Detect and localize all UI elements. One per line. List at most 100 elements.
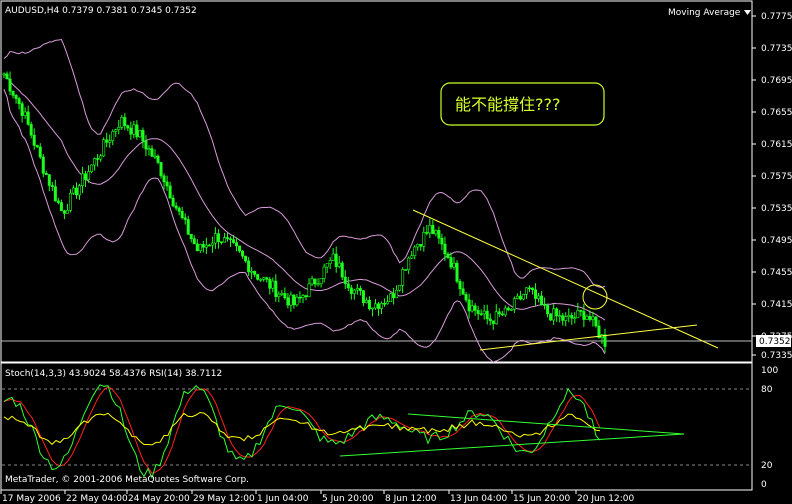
- candle-body: [521, 294, 525, 300]
- candle-body: [313, 278, 317, 285]
- candle-body: [546, 305, 550, 315]
- candle-body: [518, 295, 522, 300]
- candle-body: [295, 296, 299, 306]
- candle-body: [389, 293, 393, 303]
- candle-body: [156, 155, 160, 163]
- candle-body: [473, 305, 477, 311]
- stoch-main-line: [3, 384, 601, 480]
- candle-body: [84, 173, 88, 180]
- candle-body: [141, 130, 145, 142]
- time-tick: 13 Jun 04:00: [450, 494, 507, 504]
- candle-body: [271, 280, 275, 289]
- candle-body: [576, 310, 580, 318]
- candle-body: [537, 295, 541, 299]
- descending-trendline[interactable]: [412, 209, 719, 349]
- candle-body: [186, 219, 190, 235]
- candle-body: [555, 308, 559, 317]
- candle-body: [216, 233, 220, 242]
- candle-body: [105, 139, 109, 143]
- candle-body: [401, 269, 405, 286]
- candle-body: [416, 243, 420, 248]
- candle-body: [540, 295, 544, 305]
- candle-body: [558, 315, 562, 317]
- candle-body: [20, 103, 24, 116]
- candle-body: [316, 283, 320, 286]
- candle-body: [527, 287, 531, 290]
- candle-body: [201, 244, 205, 248]
- candle-body: [168, 185, 172, 199]
- candle-body: [74, 187, 78, 196]
- time-tick: 15 Jun 20:00: [513, 494, 570, 504]
- indicator-header: Stoch(14,3,3) 43.9024 58.4376 RSI(14) 38…: [5, 369, 222, 379]
- candle-body: [120, 117, 124, 128]
- candle-body: [383, 302, 387, 305]
- bollinger-lower: [3, 89, 606, 363]
- candle-body: [464, 294, 468, 301]
- indicator-lines: [3, 384, 601, 480]
- candle-body: [2, 73, 6, 76]
- candle-body: [195, 243, 199, 251]
- candle-body: [225, 237, 229, 240]
- candle-body: [352, 289, 356, 294]
- candle-body: [298, 296, 302, 299]
- candle-body: [603, 334, 607, 347]
- candle-body: [570, 315, 574, 319]
- candle-body: [222, 237, 226, 243]
- candle-body: [253, 271, 257, 275]
- candle-body: [531, 287, 535, 291]
- candle-body: [449, 257, 453, 268]
- candle-body: [512, 298, 516, 310]
- price-tick: 0.7495: [761, 236, 792, 246]
- candle-body: [56, 200, 60, 203]
- candle-body: [301, 295, 305, 298]
- candle-body: [395, 289, 399, 299]
- candle-body: [229, 238, 233, 241]
- candle-body: [476, 310, 480, 314]
- candle-body: [594, 316, 598, 327]
- candle-body: [207, 244, 211, 247]
- candle-body: [144, 140, 148, 150]
- candle-body: [491, 320, 495, 325]
- candle-body: [582, 311, 586, 320]
- candle-body: [349, 287, 353, 294]
- candle-body: [386, 301, 390, 305]
- candle-body: [337, 262, 341, 267]
- candle-body: [410, 255, 414, 259]
- candle-body: [361, 290, 365, 304]
- candle-body: [192, 238, 196, 245]
- candle-body: [198, 244, 202, 251]
- chart-window[interactable]: 能不能撐住??? AUDUSD,H4 0.7379 0.7381 0.7345 …: [0, 0, 792, 504]
- candle-body: [99, 155, 103, 160]
- dropdown-triangle-icon[interactable]: [744, 10, 751, 15]
- candle-body: [262, 277, 266, 280]
- candle-body: [304, 295, 308, 298]
- candle-body: [503, 307, 507, 316]
- candle-body: [579, 310, 583, 312]
- candle-body: [114, 129, 118, 132]
- ascending-trendline[interactable]: [479, 324, 698, 351]
- candle-body: [53, 186, 57, 202]
- candle-body: [274, 280, 278, 297]
- candle-body: [355, 288, 359, 291]
- candle-body: [370, 307, 374, 310]
- candle-body: [32, 134, 36, 146]
- candle-body: [132, 124, 136, 135]
- candle-body: [534, 289, 538, 299]
- candle-body: [549, 313, 553, 321]
- candle-body: [210, 242, 214, 246]
- candle-body: [422, 232, 426, 247]
- candle-body: [165, 181, 169, 187]
- candle-body: [50, 185, 54, 187]
- indicator-upper-trendline[interactable]: [407, 413, 685, 435]
- rsi-line: [3, 411, 601, 446]
- candle-body: [307, 283, 311, 298]
- candle-body: [373, 303, 377, 309]
- price-tick: 0.7615: [761, 140, 792, 150]
- candle-body: [470, 305, 474, 312]
- candle-body: [68, 192, 72, 211]
- watermark: MetaTrader, © 2001-2006 MetaQuotes Softw…: [5, 475, 249, 485]
- price-tick: 0.7415: [761, 300, 792, 310]
- candle-body: [485, 310, 489, 320]
- time-tick: 8 Jun 12:00: [385, 494, 437, 504]
- candle-body: [29, 124, 33, 136]
